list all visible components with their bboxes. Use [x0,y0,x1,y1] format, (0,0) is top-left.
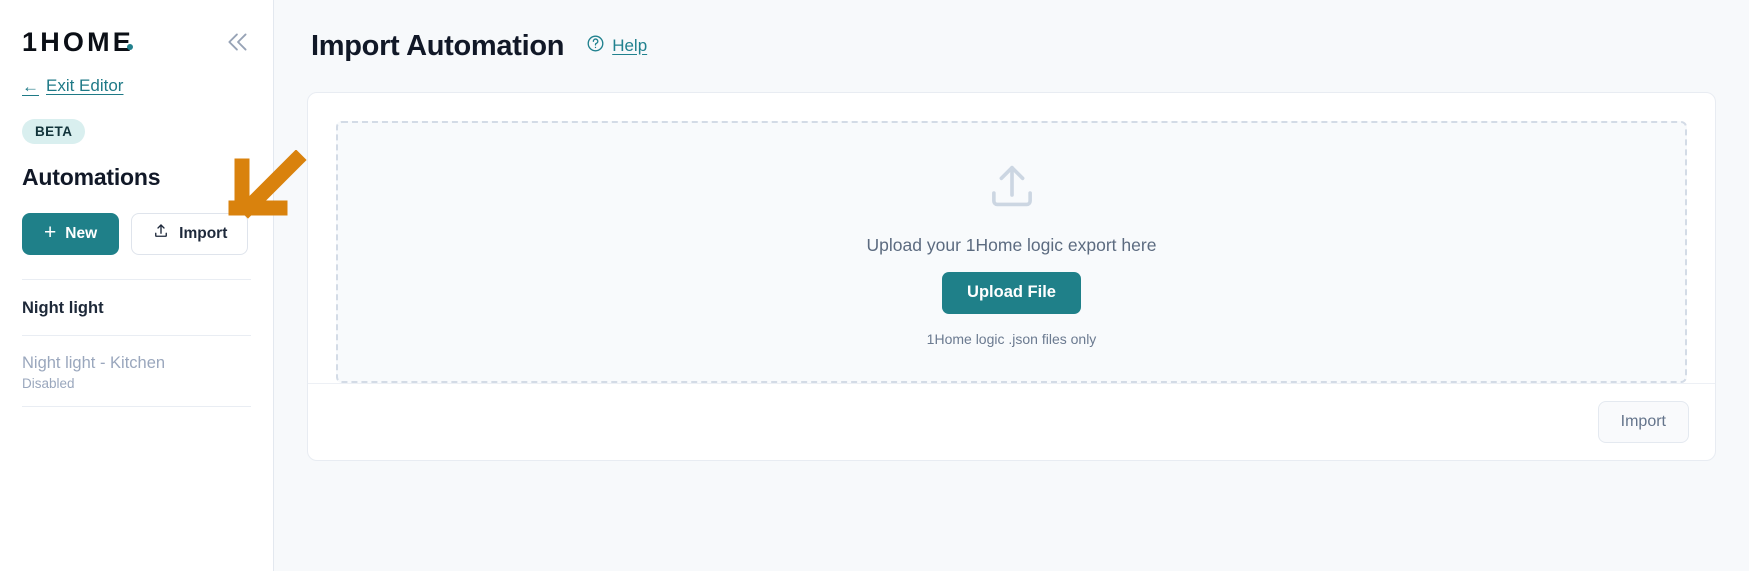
automations-title: Automations [22,163,161,190]
file-dropzone[interactable]: Upload your 1Home logic export here Uplo… [336,121,1687,383]
import-automation-button[interactable]: Import [131,212,249,255]
import-card: Upload your 1Home logic export here Uplo… [307,92,1716,461]
upload-icon [983,158,1041,221]
automation-group-title: Night light [22,280,251,336]
help-label: Help [612,36,648,55]
dropzone-hint: 1Home logic .json files only [926,330,1097,347]
sidebar: 1HOME ← Exit Editor BETA Automations + N… [0,0,274,571]
status-badge: Disabled [22,375,75,391]
help-link[interactable]: Help [586,34,647,58]
upload-icon [152,222,170,245]
card-footer: Import [308,383,1715,460]
dropzone-text: Upload your 1Home logic export here [866,234,1157,255]
beta-badge: BETA [22,118,86,144]
plus-icon: + [44,221,57,244]
left-arrow-icon: ← [22,76,39,96]
brand-logo[interactable]: 1HOME [22,26,135,57]
brand-logo-dot [127,43,134,50]
chevron-double-left-icon[interactable] [225,29,251,55]
exit-editor-label: Exit Editor [46,76,124,95]
import-automation-label: Import [179,224,228,242]
brand-logo-text: 1HOME [22,26,135,57]
exit-editor-link[interactable]: ← Exit Editor [22,76,123,96]
submit-import-button[interactable]: Import [1597,401,1689,443]
list-item[interactable]: Night light - Kitchen Disabled [22,336,251,407]
sidebar-action-buttons: + New Import [22,212,251,255]
new-automation-button[interactable]: + New [22,212,120,255]
page-title: Import Automation [311,29,565,62]
upload-file-button[interactable]: Upload File [942,271,1081,314]
question-circle-icon [586,34,605,58]
page-header: Import Automation Help [307,0,1716,92]
new-automation-label: New [65,224,98,242]
app-root: 1HOME ← Exit Editor BETA Automations + N… [0,0,1749,571]
dropzone-wrapper: Upload your 1Home logic export here Uplo… [308,93,1715,383]
automation-name: Night light - Kitchen [22,353,166,372]
sidebar-header: 1HOME [22,0,251,70]
main-content: Import Automation Help Upload your 1Home… [274,0,1749,571]
